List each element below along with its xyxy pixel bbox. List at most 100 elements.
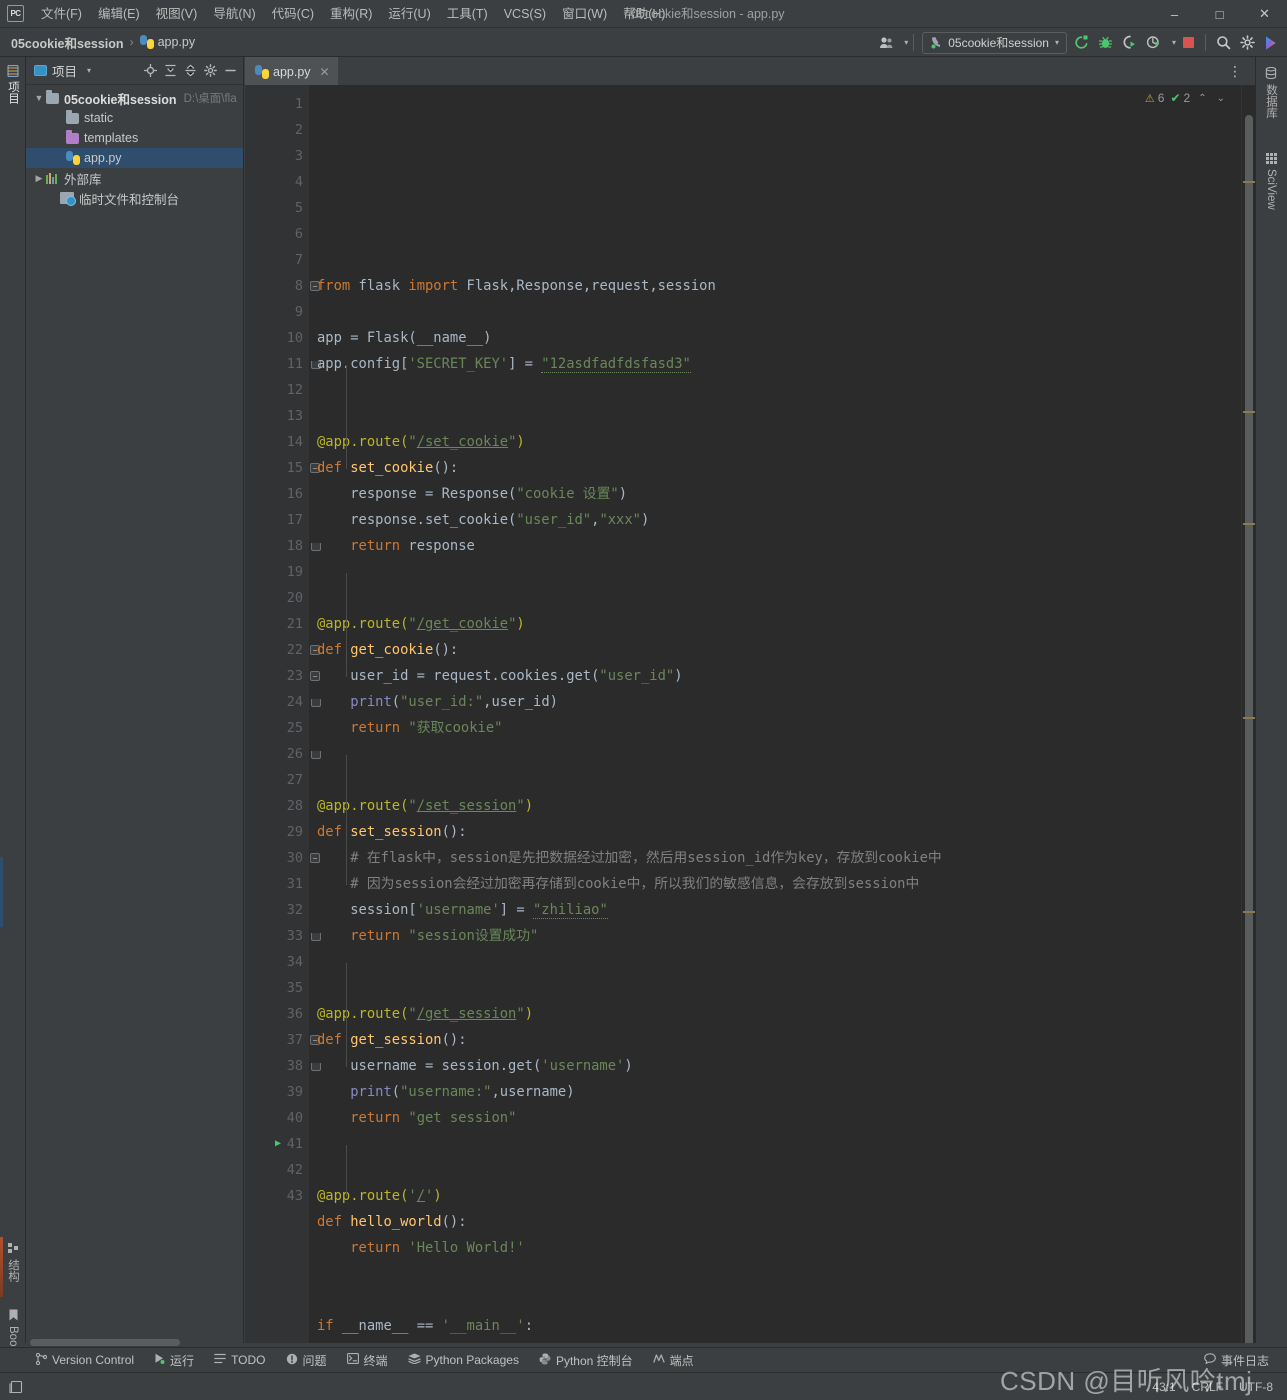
line-number[interactable]: 30− (245, 845, 320, 871)
line-number[interactable]: 9 (245, 299, 309, 325)
project-view-chevron-down-icon[interactable]: ▾ (87, 66, 91, 75)
code-line[interactable]: return response (317, 533, 1255, 559)
line-number[interactable]: 27 (245, 767, 309, 793)
menu-file[interactable]: 文件(F) (33, 0, 90, 28)
line-number[interactable]: 24 (245, 689, 321, 715)
code-line[interactable]: app = Flask(__name__) (317, 325, 1255, 351)
warning-count[interactable]: ⚠ 6 (1143, 91, 1167, 105)
code-line[interactable]: def hello_world(): (317, 1209, 1255, 1235)
menu-code[interactable]: 代码(C) (264, 0, 322, 28)
breadcrumb-project[interactable]: 05cookie和session (8, 31, 127, 54)
file-encoding[interactable]: UTF-8 (1239, 1380, 1273, 1394)
menu-view[interactable]: 视图(V) (148, 0, 206, 28)
code-line[interactable]: return "获取cookie" (317, 715, 1255, 741)
line-number[interactable]: 29 (245, 819, 309, 845)
code-line[interactable]: @app.route('/') (317, 1183, 1255, 1209)
settings-gear-icon[interactable] (1235, 31, 1259, 55)
code-text[interactable]: from flask import Flask,Response,request… (309, 85, 1255, 1343)
tool-terminal[interactable]: 终端 (337, 1348, 398, 1373)
code-line[interactable]: def get_cookie(): (317, 637, 1255, 663)
line-separator[interactable]: CRLF (1192, 1380, 1223, 1394)
code-line[interactable]: @app.route("/get_session") (317, 1001, 1255, 1027)
horizontal-scrollbar[interactable] (30, 1339, 180, 1346)
inspection-widget[interactable]: ⚠ 6 ✔ 2 ⌃ ⌄ (1143, 91, 1229, 105)
code-line[interactable] (317, 1157, 1255, 1183)
line-number[interactable]: 20 (245, 585, 309, 611)
chevron-right-icon[interactable]: ▶ (32, 173, 46, 184)
menu-tools[interactable]: 工具(T) (439, 0, 496, 28)
code-line[interactable] (317, 403, 1255, 429)
search-everywhere-icon[interactable] (1211, 31, 1235, 55)
run-gutter-icon[interactable]: ▶ (269, 1131, 287, 1157)
code-line[interactable] (317, 1131, 1255, 1157)
code-line[interactable]: user_id = request.cookies.get("user_id") (317, 663, 1255, 689)
stop-icon[interactable] (1176, 31, 1200, 55)
line-number[interactable]: 6 (245, 221, 309, 247)
code-line[interactable] (317, 767, 1255, 793)
panel-settings-gear-icon[interactable] (200, 61, 220, 81)
line-number[interactable]: 14 (245, 429, 309, 455)
editor-scrollbar[interactable] (1241, 85, 1255, 1343)
line-number[interactable]: 39 (245, 1079, 309, 1105)
code-line[interactable] (317, 949, 1255, 975)
sidebar-item-database[interactable]: 数据库 (1255, 63, 1287, 141)
code-line[interactable]: app.run() (317, 1339, 1255, 1343)
tool-python-console[interactable]: Python 控制台 (529, 1348, 643, 1373)
code-line[interactable]: from flask import Flask,Response,request… (317, 273, 1255, 299)
code-line[interactable]: @app.route("/set_cookie") (317, 429, 1255, 455)
code-line[interactable]: def set_session(): (317, 819, 1255, 845)
line-number[interactable]: 19 (245, 559, 309, 585)
expand-all-icon[interactable] (160, 61, 180, 81)
code-line[interactable]: response = Response("cookie 设置") (317, 481, 1255, 507)
tab-app-py[interactable]: app.py ✕ (245, 57, 338, 85)
line-number[interactable]: 41 ▶ (245, 1131, 309, 1157)
code-line[interactable]: response.set_cookie("user_id","xxx") (317, 507, 1255, 533)
sidebar-item-structure[interactable]: 结构 (0, 1239, 26, 1301)
code-line[interactable]: app.config['SECRET_KEY'] = "12asdfadfdsf… (317, 351, 1255, 377)
code-line[interactable]: if __name__ == '__main__': (317, 1313, 1255, 1339)
code-line[interactable]: def get_session(): (317, 1027, 1255, 1053)
line-number[interactable]: 23− (245, 663, 320, 689)
tree-item-app-py[interactable]: app.py (26, 148, 243, 168)
breadcrumb-file[interactable]: app.py (137, 33, 199, 51)
tool-python-packages[interactable]: Python Packages (398, 1348, 529, 1373)
code-line[interactable]: print("user_id:",user_id) (317, 689, 1255, 715)
tree-item-external-libraries[interactable]: ▶ 外部库 (26, 168, 243, 188)
line-number[interactable]: 33 (245, 923, 321, 949)
line-number[interactable]: 38 (245, 1053, 321, 1079)
close-button[interactable]: ✕ (1242, 0, 1287, 28)
line-number[interactable]: 11 (245, 351, 321, 377)
line-number[interactable]: 2 (245, 117, 309, 143)
menu-window[interactable]: 窗口(W) (554, 0, 615, 28)
line-number[interactable]: 42 (245, 1157, 309, 1183)
code-line[interactable] (317, 1261, 1255, 1287)
line-number[interactable]: 15− (245, 455, 320, 481)
code-line[interactable] (317, 377, 1255, 403)
profile-icon[interactable] (1142, 31, 1166, 55)
line-number[interactable]: 5 (245, 195, 309, 221)
editor-options-icon[interactable]: ⋮ (1222, 63, 1249, 80)
code-line[interactable]: session['username'] = "zhiliao" (317, 897, 1255, 923)
hide-panel-icon[interactable] (220, 61, 240, 81)
inspection-ok-count[interactable]: ✔ 2 (1168, 91, 1192, 105)
line-number[interactable]: 32 (245, 897, 309, 923)
tree-item-scratches[interactable]: 临时文件和控制台 (26, 188, 243, 208)
code-editor[interactable]: 1 2 3 4 5 6 7 8−9 10 11 12 13 14 15−16 17 18 19 20 21 22−23… (245, 85, 1255, 1343)
tool-todo[interactable]: TODO (204, 1348, 275, 1373)
line-number[interactable]: 35 (245, 975, 309, 1001)
layout-icon[interactable] (8, 1379, 24, 1395)
line-number[interactable]: 25 (245, 715, 309, 741)
line-number[interactable]: 1 (245, 91, 309, 117)
line-number[interactable]: 36 (245, 1001, 309, 1027)
minimize-button[interactable]: – (1152, 0, 1197, 28)
code-line[interactable]: # 在flask中，session是先把数据经过加密，然后用session_id… (317, 845, 1255, 871)
line-number[interactable]: 21 (245, 611, 309, 637)
user-account-icon[interactable] (874, 31, 898, 55)
code-line[interactable] (317, 975, 1255, 1001)
menu-refactor[interactable]: 重构(R) (322, 0, 380, 28)
code-line[interactable] (317, 585, 1255, 611)
line-number[interactable]: 7 (245, 247, 309, 273)
run-configuration-selector[interactable]: 05cookie和session ▾ (922, 31, 1067, 54)
line-number[interactable]: 17 (245, 507, 309, 533)
next-problem-icon[interactable]: ⌄ (1213, 93, 1229, 104)
